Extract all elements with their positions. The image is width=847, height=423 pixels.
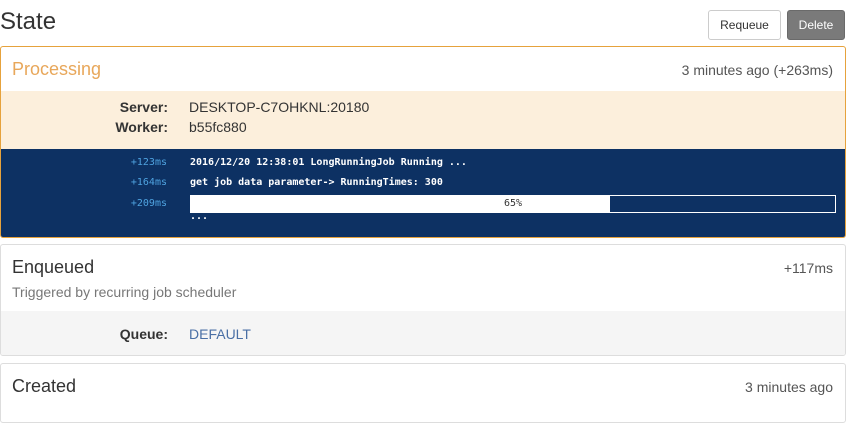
job-console: +123ms 2016/12/20 12:38:01 LongRunningJo… xyxy=(1,149,845,237)
processing-title: Processing xyxy=(12,59,102,79)
progress-label: 65% xyxy=(503,198,523,209)
server-label: Server: xyxy=(119,99,168,115)
processing-state-panel: Processing 3 minutes ago (+263ms) Server… xyxy=(0,46,846,238)
console-line-text: get job data parameter-> RunningTimes: 3… xyxy=(190,177,443,188)
server-row: Server: DESKTOP-C7OHKNL:20180 xyxy=(1,97,845,117)
queue-label: Queue: xyxy=(119,326,168,342)
page-header: State Requeue Delete xyxy=(0,0,847,46)
worker-row: Worker: b55fc880 xyxy=(1,117,845,137)
enqueued-subtitle: Triggered by recurring job scheduler xyxy=(12,284,237,300)
console-line-time: +123ms xyxy=(130,157,167,168)
created-state-panel: Created 3 minutes ago xyxy=(0,363,846,423)
processing-time: 3 minutes ago (+263ms) xyxy=(681,62,833,78)
console-ellipsis: ... xyxy=(190,211,209,222)
created-time: 3 minutes ago xyxy=(745,379,833,395)
console-line-time: +209ms xyxy=(130,198,167,209)
worker-label: Worker: xyxy=(115,119,168,135)
created-title: Created xyxy=(12,376,77,396)
console-line: +123ms 2016/12/20 12:38:01 LongRunningJo… xyxy=(1,155,845,171)
console-line: +164ms get job data parameter-> RunningT… xyxy=(1,175,845,191)
processing-details: Server: DESKTOP-C7OHKNL:20180 Worker: b5… xyxy=(1,91,845,149)
page-title: State xyxy=(0,8,57,35)
processing-panel-header: Processing 3 minutes ago (+263ms) xyxy=(1,47,845,91)
requeue-button[interactable]: Requeue xyxy=(708,10,781,40)
queue-row: Queue: DEFAULT xyxy=(1,324,845,344)
delete-button[interactable]: Delete xyxy=(787,10,845,40)
enqueued-title: Enqueued xyxy=(12,257,95,277)
enqueued-state-panel: Enqueued +117ms Triggered by recurring j… xyxy=(0,244,846,356)
enqueued-panel-header: Enqueued +117ms xyxy=(1,245,845,289)
enqueued-time: +117ms xyxy=(783,260,833,276)
worker-value: b55fc880 xyxy=(189,119,247,135)
enqueued-details: Queue: DEFAULT xyxy=(1,311,845,355)
queue-link[interactable]: DEFAULT xyxy=(189,324,251,344)
created-panel-header: Created 3 minutes ago xyxy=(1,364,845,408)
console-line-text: 2016/12/20 12:38:01 LongRunningJob Runni… xyxy=(190,157,467,168)
job-progress-bar: 65% xyxy=(190,195,836,213)
server-value: DESKTOP-C7OHKNL:20180 xyxy=(189,99,370,115)
console-line-time: +164ms xyxy=(130,177,167,188)
